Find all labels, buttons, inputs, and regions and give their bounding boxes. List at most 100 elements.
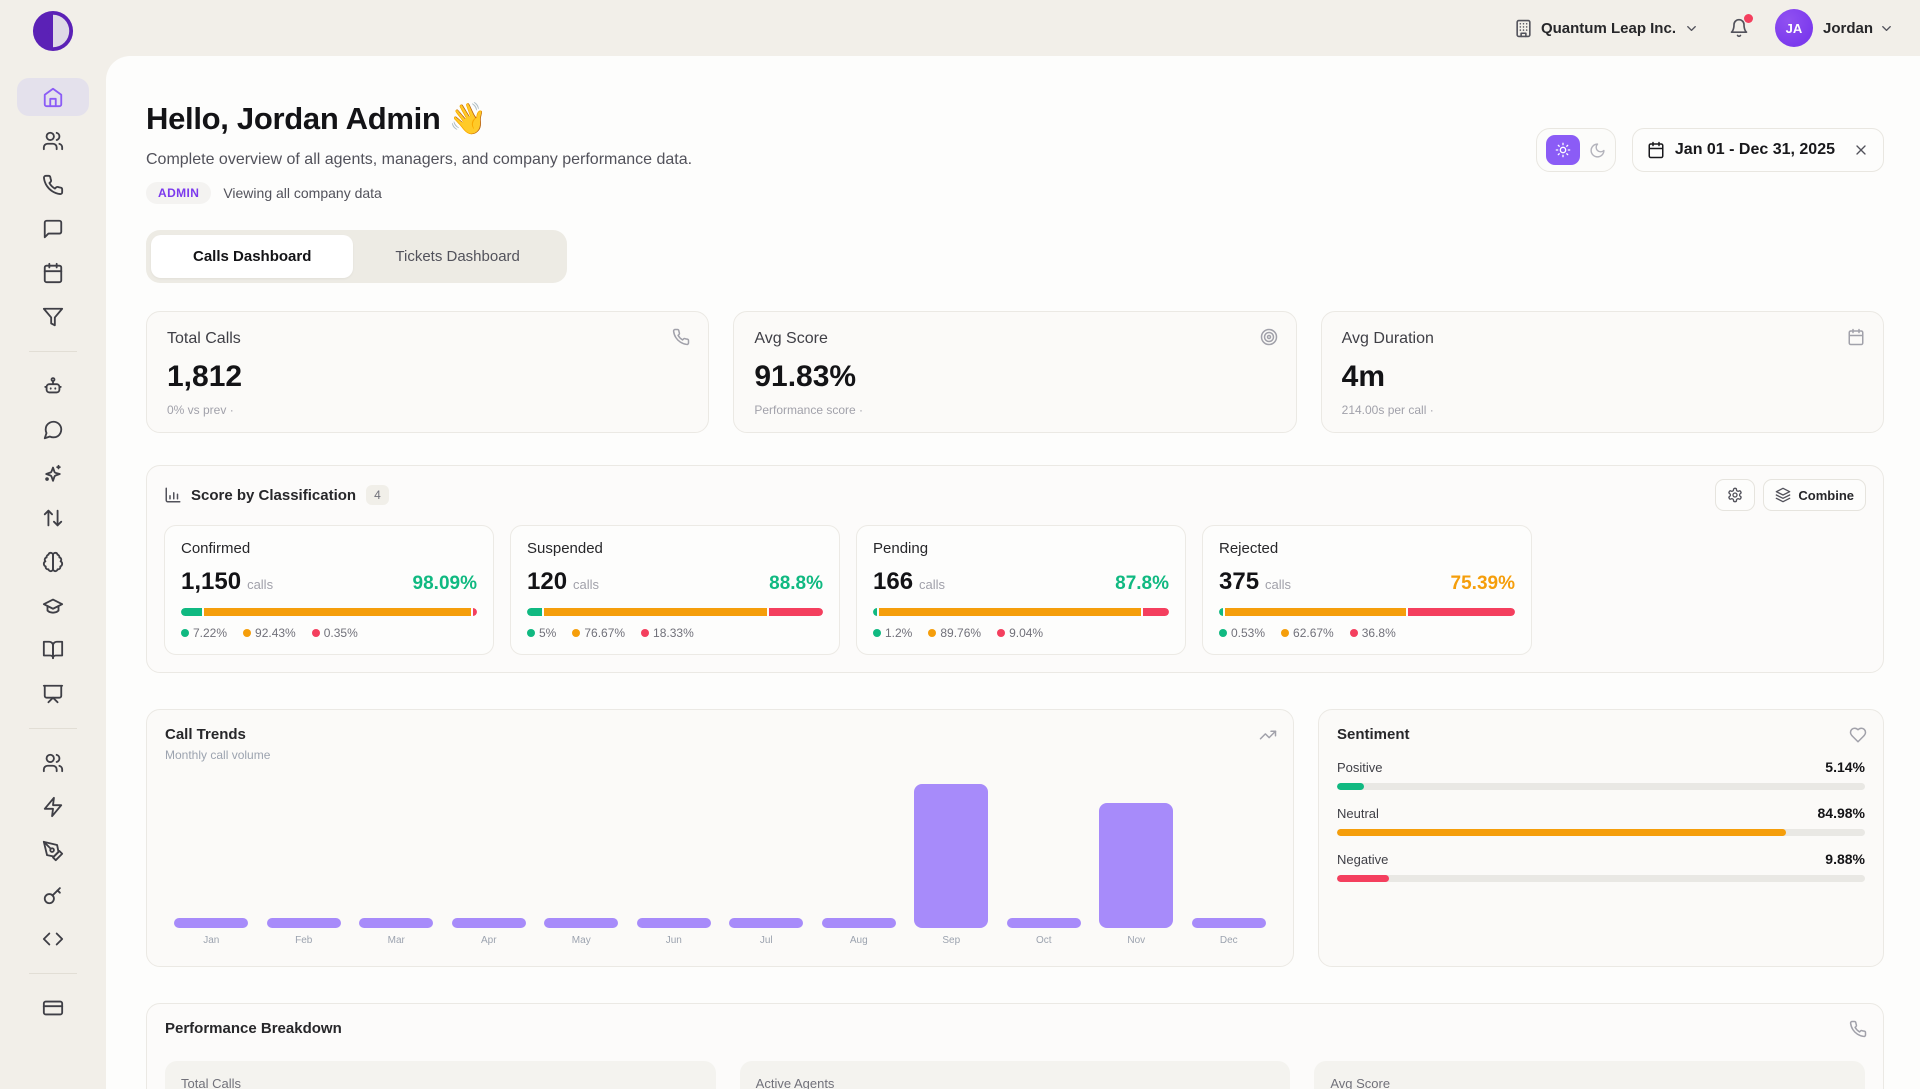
call-trends-title: Call Trends <box>165 726 1275 743</box>
stat-card-avg-duration: Avg Duration 4m 214.00s per call · <box>1321 311 1884 433</box>
performance-title: Performance Breakdown <box>165 1020 1865 1037</box>
sidebar-item-presentation[interactable] <box>17 675 89 713</box>
classification-numbers: 1,150 calls 98.09% <box>181 568 477 596</box>
company-selector[interactable]: Quantum Leap Inc. <box>1514 19 1699 38</box>
gear-icon <box>1727 487 1743 503</box>
legend-item: 5% <box>527 626 556 640</box>
dashboard-tabs: Calls Dashboard Tickets Dashboard <box>146 230 567 283</box>
performance-card-total-calls: Total Calls <box>165 1061 716 1089</box>
legend-item: 1.2% <box>873 626 912 640</box>
pen-tool-icon <box>42 840 64 862</box>
dashboard-page: Quantum Leap Inc. JA Jordan <box>0 0 1920 1089</box>
combine-label: Combine <box>1798 488 1854 503</box>
sidebar-item-intelligence[interactable] <box>17 543 89 581</box>
user-menu[interactable]: Jordan <box>1823 20 1894 37</box>
orange-dot <box>1281 629 1289 637</box>
clear-date-icon[interactable] <box>1853 142 1869 158</box>
performance-card-avg-score: Avg Score <box>1314 1061 1865 1089</box>
classification-score: 88.8% <box>769 573 823 595</box>
classification-score: 75.39% <box>1451 573 1515 595</box>
sidebar-item-library[interactable] <box>17 631 89 669</box>
avatar[interactable]: JA <box>1775 9 1813 47</box>
sentiment-label: Neutral <box>1337 806 1379 821</box>
month-label: Feb <box>258 935 351 946</box>
top-bar: Quantum Leap Inc. JA Jordan <box>0 0 1920 56</box>
chevron-down-icon <box>1684 21 1699 36</box>
sidebar-item-users[interactable] <box>17 122 89 160</box>
performance-breakdown-section: Performance Breakdown Total Calls Active… <box>146 1003 1884 1089</box>
sidebar-item-transfers[interactable] <box>17 499 89 537</box>
main-panel: Hello, Jordan Admin 👋 Complete overview … <box>106 56 1920 1089</box>
sidebar-item-calendar[interactable] <box>17 254 89 292</box>
brain-icon <box>42 551 64 573</box>
legend-item: 62.67% <box>1281 626 1334 640</box>
sidebar-item-design[interactable] <box>17 832 89 870</box>
month-label: Nov <box>1090 935 1183 946</box>
users-icon <box>42 130 64 152</box>
sentiment-label: Negative <box>1337 852 1388 867</box>
dark-mode-button[interactable] <box>1589 142 1606 159</box>
light-mode-button[interactable] <box>1546 135 1580 165</box>
classification-title: Score by Classification <box>191 487 356 504</box>
presentation-icon <box>42 683 64 705</box>
sidebar-item-chat[interactable] <box>17 411 89 449</box>
classification-legend: 1.2% 89.76% 9.04% <box>873 626 1169 640</box>
call-trends-subtitle: Monthly call volume <box>165 748 1275 762</box>
layers-icon <box>1775 487 1791 503</box>
sentiment-row-neutral: Neutral84.98% <box>1337 805 1865 836</box>
charts-row: Call Trends Monthly call volume <box>146 709 1884 967</box>
phone-icon <box>42 174 64 196</box>
legend-item: 0.53% <box>1219 626 1265 640</box>
bar-jan <box>174 918 248 928</box>
sidebar-item-bot[interactable] <box>17 367 89 405</box>
sidebar-item-billing[interactable] <box>17 989 89 1027</box>
sidebar-item-filters[interactable] <box>17 298 89 336</box>
sidebar-item-automations[interactable] <box>17 788 89 826</box>
notifications-button[interactable] <box>1729 18 1749 38</box>
bar-jun <box>637 918 711 928</box>
performance-cards: Total Calls Active Agents Avg Score <box>165 1061 1865 1089</box>
sentiment-title: Sentiment <box>1337 726 1865 743</box>
stat-note: Performance score · <box>754 403 1275 417</box>
bar-column <box>165 776 258 928</box>
month-label: Jul <box>720 935 813 946</box>
stat-label: Total Calls <box>167 330 688 348</box>
classification-progress-bar <box>873 608 1169 616</box>
bar-column <box>813 776 906 928</box>
tab-tickets-dashboard[interactable]: Tickets Dashboard <box>353 235 562 278</box>
sidebar-item-developer[interactable] <box>17 920 89 958</box>
settings-button[interactable] <box>1715 479 1755 511</box>
bar-may <box>544 918 618 928</box>
sidebar-item-ai[interactable] <box>17 455 89 493</box>
sidebar-item-messages[interactable] <box>17 210 89 248</box>
classification-numbers: 120 calls 88.8% <box>527 568 823 596</box>
classification-name: Confirmed <box>181 540 477 557</box>
legend-item: 18.33% <box>641 626 694 640</box>
sidebar-item-team[interactable] <box>17 744 89 782</box>
orange-dot <box>928 629 936 637</box>
bar-sep <box>914 784 988 928</box>
date-range-picker[interactable]: Jan 01 - Dec 31, 2025 <box>1632 128 1884 172</box>
sidebar-item-calls[interactable] <box>17 166 89 204</box>
sentiment-bar <box>1337 875 1865 882</box>
sidebar-item-home[interactable] <box>17 78 89 116</box>
sidebar-item-access[interactable] <box>17 876 89 914</box>
bar-nov <box>1099 803 1173 928</box>
key-icon <box>42 884 64 906</box>
tab-calls-dashboard[interactable]: Calls Dashboard <box>151 235 353 278</box>
stat-value: 91.83% <box>754 360 1275 394</box>
bar-column <box>628 776 721 928</box>
bar-dec <box>1192 918 1266 928</box>
combine-button[interactable]: Combine <box>1763 479 1866 511</box>
stat-label: Avg Score <box>754 330 1275 348</box>
date-range-value: Jan 01 - Dec 31, 2025 <box>1675 141 1835 159</box>
performance-card-label: Avg Score <box>1330 1076 1849 1089</box>
sidebar-item-training[interactable] <box>17 587 89 625</box>
calls-suffix: calls <box>573 577 599 592</box>
pink-dot <box>997 629 1005 637</box>
orange-dot <box>572 629 580 637</box>
sentiment-value: 9.88% <box>1825 851 1865 867</box>
user-name: Jordan <box>1823 20 1873 37</box>
sentiment-label: Positive <box>1337 760 1383 775</box>
classification-name: Pending <box>873 540 1169 557</box>
